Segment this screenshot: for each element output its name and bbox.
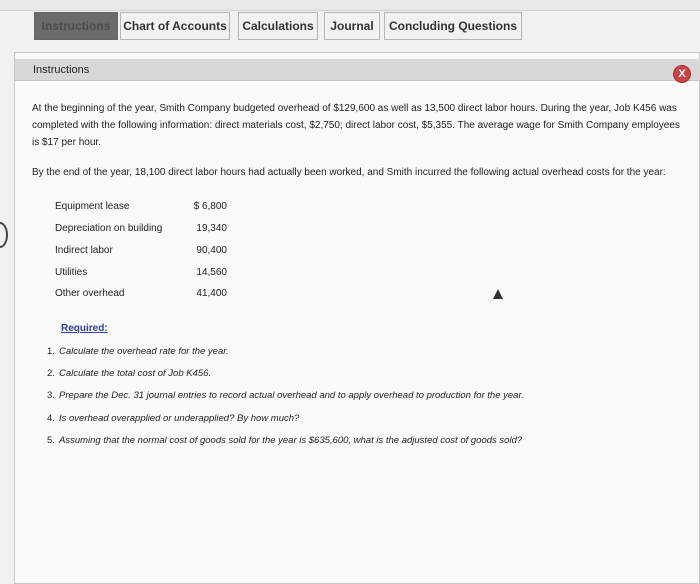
item-number: 1. [47,346,55,357]
page-edge-arc [0,222,8,248]
cost-row: Indirect labor 90,400 [55,245,255,261]
tab-journal[interactable]: Journal [324,12,380,40]
instructions-panel: Instructions X At the beginning of the y… [14,52,700,584]
list-item: 4. Is overhead overapplied or underappli… [47,413,687,429]
tab-instructions[interactable]: Instructions [34,12,118,40]
panel-header: Instructions [15,59,700,81]
list-item: 1. Calculate the overhead rate for the y… [47,346,687,362]
mouse-cursor-icon [493,289,503,299]
cost-row: Other overhead 41,400 [55,288,255,304]
tab-concluding-questions[interactable]: Concluding Questions [384,12,522,40]
cost-value: 41,400 [196,288,227,299]
tab-calculations[interactable]: Calculations [238,12,318,40]
item-text: Is overhead overapplied or underapplied?… [59,413,300,424]
cost-value: 19,340 [196,223,227,234]
required-link[interactable]: Required: [61,323,108,334]
intro-paragraph: At the beginning of the year, Smith Comp… [32,103,680,148]
tab-chart-of-accounts-label: Chart of Accounts [123,19,227,33]
cost-value: 90,400 [196,245,227,256]
close-icon[interactable]: X [673,65,691,83]
panel-title: Instructions [33,64,90,76]
cost-row: Utilities 14,560 [55,267,255,283]
item-number: 5. [47,435,55,446]
cost-value: 14,560 [196,267,227,278]
cost-row: Equipment lease $ 6,800 [55,201,255,217]
tab-instructions-label: Instructions [41,19,111,33]
list-item: 3. Prepare the Dec. 31 journal entries t… [47,390,687,406]
item-text: Calculate the total cost of Job K456. [59,368,212,379]
tab-journal-label: Journal [330,19,374,33]
actual-hours-paragraph: By the end of the year, 18,100 direct la… [32,167,666,178]
tab-calculations-label: Calculations [242,19,314,33]
tab-chart-of-accounts[interactable]: Chart of Accounts [120,12,230,40]
item-text: Calculate the overhead rate for the year… [59,346,229,357]
window-top-strip [0,0,700,11]
tab-concluding-questions-label: Concluding Questions [389,19,517,33]
item-number: 3. [47,390,55,401]
item-text: Assuming that the normal cost of goods s… [59,435,523,446]
list-item: 2. Calculate the total cost of Job K456. [47,368,687,384]
cost-row: Depreciation on building 19,340 [55,223,255,239]
item-number: 4. [47,413,55,424]
item-text: Prepare the Dec. 31 journal entries to r… [59,390,524,401]
list-item: 5. Assuming that the normal cost of good… [47,435,687,451]
item-number: 2. [47,368,55,379]
cost-value: $ 6,800 [193,201,227,212]
